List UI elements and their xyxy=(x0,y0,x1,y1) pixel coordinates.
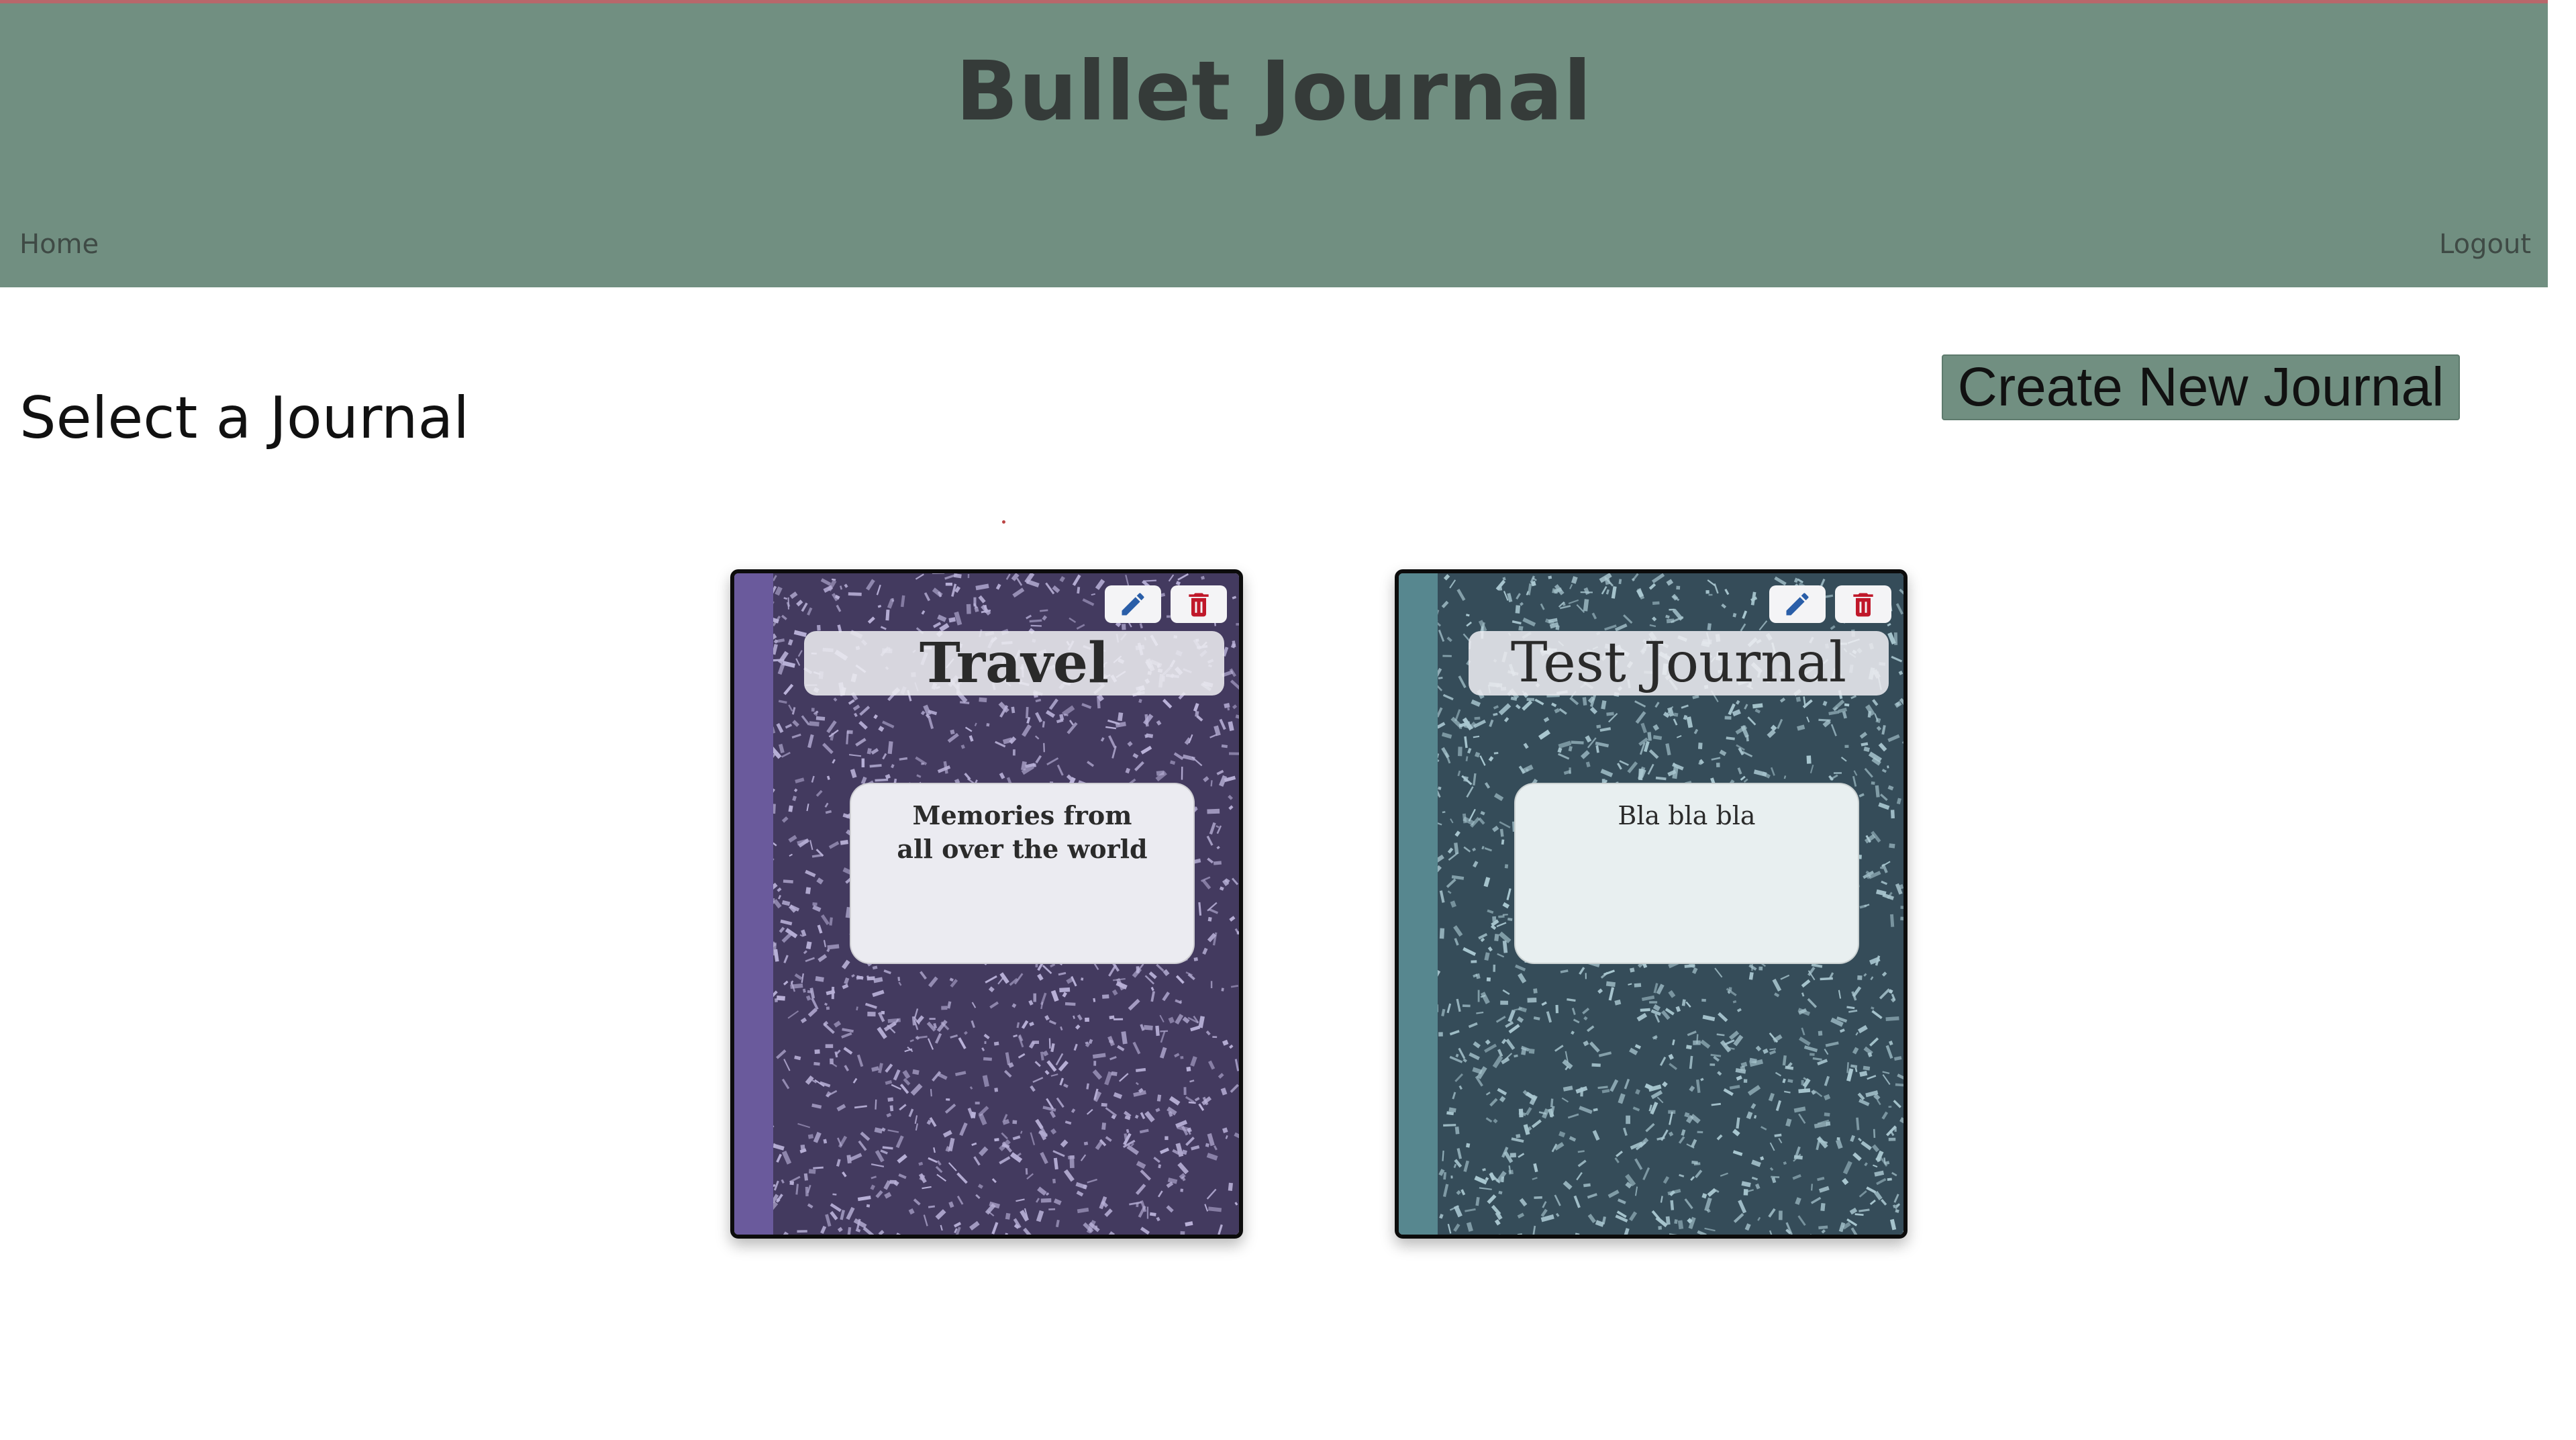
trash-icon xyxy=(1853,593,1873,617)
journal-description: Memories from all over the world xyxy=(850,783,1195,964)
nav-logout-link[interactable]: Logout xyxy=(2439,229,2531,260)
journal-description: Bla bla bla xyxy=(1514,783,1859,964)
pencil-icon xyxy=(1786,593,1809,616)
journal-title: Travel xyxy=(804,631,1224,695)
edit-journal-button[interactable] xyxy=(1105,585,1161,623)
stray-dot xyxy=(1002,520,1005,524)
site-title: Bullet Journal xyxy=(955,44,1593,139)
site-header: Bullet Journal Home Logout xyxy=(0,3,2548,287)
create-new-journal-button[interactable]: Create New Journal xyxy=(1942,354,2460,420)
trash-icon xyxy=(1189,593,1209,617)
select-journal-heading: Select a Journal xyxy=(19,385,470,452)
journal-spine xyxy=(734,573,773,1235)
journal-card-travel[interactable]: Travel Memories from all over the world xyxy=(730,569,1243,1239)
page: Bullet Journal Home Logout Select a Jour… xyxy=(0,0,2548,1440)
journal-spine xyxy=(1399,573,1438,1235)
nav-home-link[interactable]: Home xyxy=(19,229,99,260)
pencil-icon xyxy=(1122,593,1144,616)
delete-journal-button[interactable] xyxy=(1835,585,1891,623)
delete-journal-button[interactable] xyxy=(1171,585,1227,623)
edit-journal-button[interactable] xyxy=(1769,585,1826,623)
journal-card-test-journal[interactable]: Test Journal Bla bla bla xyxy=(1395,569,1908,1239)
journal-title: Test Journal xyxy=(1469,631,1889,695)
